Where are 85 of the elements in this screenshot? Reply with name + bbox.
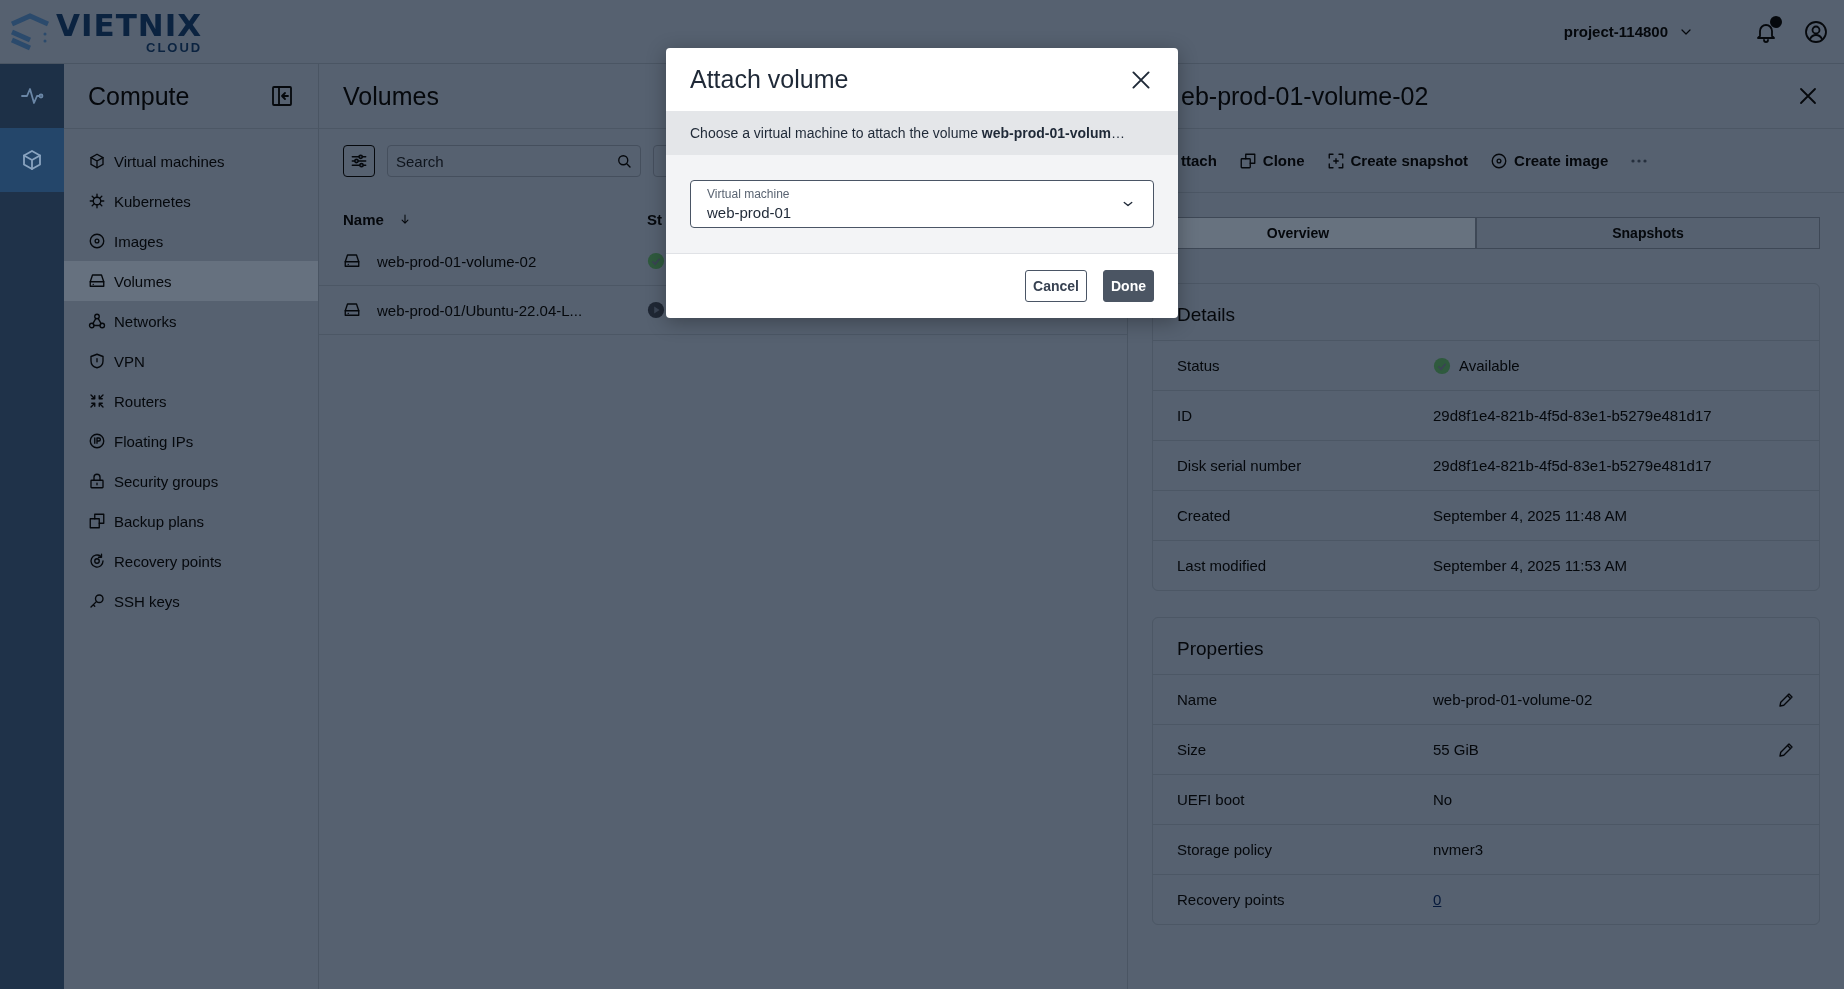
nav-item[interactable]: SSH keys xyxy=(64,581,318,621)
play-circle-icon xyxy=(647,301,665,319)
field-label: Disk serial number xyxy=(1177,457,1303,474)
nav-item[interactable]: Kubernetes xyxy=(64,181,318,221)
nav-item[interactable]: Images xyxy=(64,221,318,261)
nav-item[interactable]: Virtual machines xyxy=(64,141,318,181)
rail-button[interactable] xyxy=(0,128,64,192)
shield-icon xyxy=(88,352,106,370)
cube-icon xyxy=(88,152,106,170)
collapse-panel-icon xyxy=(270,84,294,108)
nav-item[interactable]: VPN xyxy=(64,341,318,381)
nav-item[interactable]: Volumes xyxy=(64,261,318,301)
check-circle-icon xyxy=(1433,356,1451,375)
field-value: Available xyxy=(1459,357,1520,374)
network-icon xyxy=(88,312,106,330)
toolbar-button[interactable]: ttach xyxy=(1181,152,1217,169)
capture-frame-icon xyxy=(1326,151,1345,170)
account-button[interactable] xyxy=(1804,19,1828,44)
toolbar-button[interactable]: Clone xyxy=(1238,151,1305,170)
nav-item[interactable]: Recovery points xyxy=(64,541,318,581)
card-title: Properties xyxy=(1153,618,1819,675)
project-selector[interactable]: project-114800 xyxy=(1563,23,1694,40)
column-header[interactable]: St xyxy=(647,210,662,228)
notification-badge xyxy=(1770,16,1782,28)
field-value: web-prod-01-volume-02 xyxy=(1433,691,1593,708)
dialog-message: Choose a virtual machine to attach the volume web-prod-01-volum… xyxy=(666,111,1178,155)
dialog-title: Attach volume xyxy=(690,65,850,94)
field-label: Recovery points xyxy=(1177,891,1286,908)
disc-icon xyxy=(1490,151,1509,170)
stacked-squares-icon xyxy=(88,512,106,530)
ip-circle-icon xyxy=(88,432,106,450)
field-value: No xyxy=(1433,791,1453,808)
field-label: Created xyxy=(1177,507,1232,524)
section-title: Compute xyxy=(88,81,191,111)
toolbar-button[interactable]: Create image xyxy=(1490,151,1609,170)
copy-icon xyxy=(1238,151,1257,170)
hard-drive-icon xyxy=(88,272,106,290)
arrows-inward-icon xyxy=(88,392,106,410)
field-value: 29d8f1e4-821b-4f5d-83e1-b5279e481d17 xyxy=(1433,407,1712,424)
lock-icon xyxy=(88,472,106,490)
hard-drive-icon xyxy=(343,301,361,319)
search-field[interactable]: Search xyxy=(387,145,641,177)
field-value: nvmer3 xyxy=(1433,841,1484,858)
virtual-machine-select[interactable]: Virtual machine web-prod-01 xyxy=(690,180,1154,228)
field-value: 29d8f1e4-821b-4f5d-83e1-b5279e481d17 xyxy=(1433,457,1712,474)
field-value: September 4, 2025 11:53 AM xyxy=(1433,557,1628,574)
done-button[interactable]: Done xyxy=(1103,270,1154,302)
more-icon xyxy=(1630,157,1649,164)
recovery-points-link[interactable]: 0 xyxy=(1433,891,1442,908)
disc-icon xyxy=(88,232,106,250)
nav-item[interactable]: Routers xyxy=(64,381,318,421)
volume-title: eb-prod-01-volume-02 xyxy=(1181,81,1430,111)
field-value: 55 GiB xyxy=(1433,741,1479,758)
logo-subtitle: CLOUD xyxy=(146,40,203,54)
nav-item[interactable]: Floating IPs xyxy=(64,421,318,461)
user-circle-icon xyxy=(1804,19,1828,44)
page-title: Volumes xyxy=(343,81,440,111)
circular-arrow-icon xyxy=(88,552,106,570)
cube-icon xyxy=(20,148,44,172)
filter-button[interactable] xyxy=(343,145,375,177)
field-label: ID xyxy=(1177,407,1193,424)
nav-item[interactable]: Backup plans xyxy=(64,501,318,541)
hard-drive-icon xyxy=(343,252,361,270)
field-value: September 4, 2025 11:48 AM xyxy=(1433,507,1628,524)
column-header[interactable]: Name xyxy=(343,210,384,228)
key-icon xyxy=(88,592,106,610)
field-label: UEFI boot xyxy=(1177,791,1246,808)
field-label: Last modified xyxy=(1177,557,1268,574)
search-icon xyxy=(615,152,633,170)
field-label: Name xyxy=(1177,691,1218,708)
check-circle-icon xyxy=(647,252,665,270)
nav-item[interactable]: Security groups xyxy=(64,461,318,501)
field-label: Storage policy xyxy=(1177,841,1274,858)
volume-name[interactable]: web-prod-01/Ubuntu-22.04-L... xyxy=(377,301,583,319)
sliders-icon xyxy=(349,151,369,171)
volume-name[interactable]: web-prod-01-volume-02 xyxy=(377,252,537,270)
toolbar-button[interactable]: Create snapshot xyxy=(1326,151,1469,170)
more-button[interactable] xyxy=(1630,157,1649,164)
field-label: Status xyxy=(1177,357,1221,374)
nav-item[interactable]: Networks xyxy=(64,301,318,341)
tab[interactable]: Snapshots xyxy=(1476,217,1820,249)
helm-wheel-icon xyxy=(88,192,106,210)
field-label: Size xyxy=(1177,741,1208,758)
cancel-button[interactable]: Cancel xyxy=(1025,270,1087,302)
logo-wordmark: VIETNIX xyxy=(56,9,203,41)
